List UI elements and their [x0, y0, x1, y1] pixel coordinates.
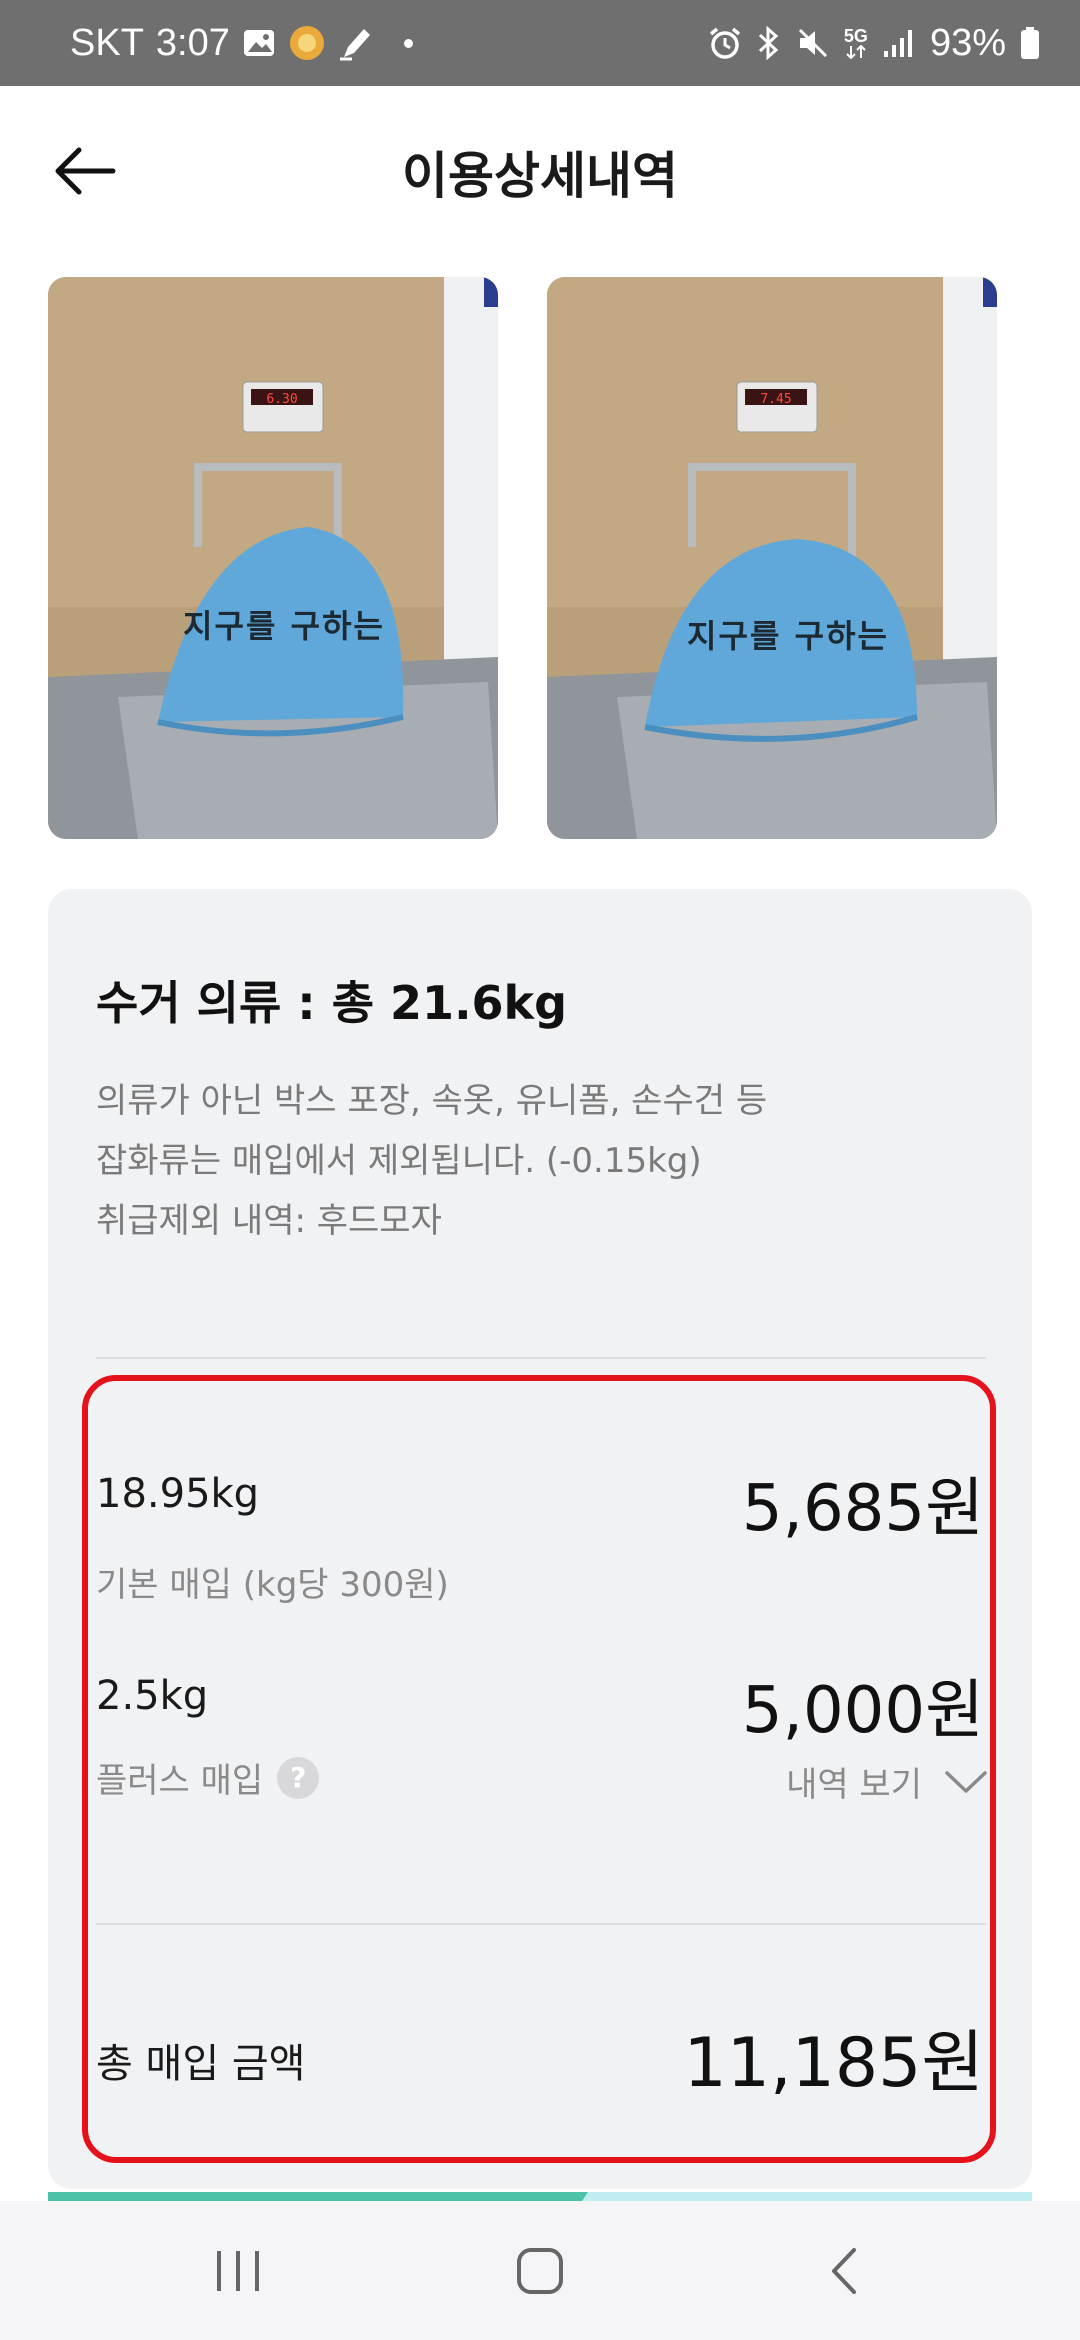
- weighing-photo-2[interactable]: 7.45 지구를 구하는: [547, 277, 997, 839]
- weighing-photo-1[interactable]: 6.30 지구를 구하는: [48, 277, 498, 839]
- network-5g-label: 5G: [843, 26, 868, 46]
- back-icon: [832, 2247, 856, 2294]
- battery-icon: [1020, 26, 1040, 60]
- scale-reading-2: 7.45: [760, 392, 791, 407]
- highlight-frame: [82, 1375, 996, 2163]
- more-notifications-dot: [403, 38, 413, 48]
- exclusion-notice: 의류가 아닌 박스 포장, 속옷, 유니폼, 손수건 등 잡화류는 매입에서 제…: [96, 1071, 767, 1251]
- status-bar: SKT 3:07 5G 93%: [0, 0, 1080, 86]
- system-back-button[interactable]: [764, 2201, 924, 2340]
- pen-notification-icon: [338, 25, 372, 61]
- accent-strip: [48, 2189, 1032, 2201]
- page-title: 이용상세내역: [402, 147, 678, 205]
- notice-line-3: 취급제외 내역: 후드모자: [96, 1201, 442, 1241]
- battery-label: 93%: [929, 21, 1006, 64]
- status-left: SKT 3:07: [70, 0, 413, 86]
- gallery-notification-icon: [242, 26, 276, 60]
- system-nav-bar: [0, 2201, 1080, 2340]
- purchase-detail-card: 수거 의류 : 총 21.6kg 의류가 아닌 박스 포장, 속옷, 유니폼, …: [48, 889, 1032, 2189]
- notice-line-1: 의류가 아닌 박스 포장, 속옷, 유니폼, 손수건 등: [96, 1081, 768, 1121]
- app-notification-icon: [288, 24, 326, 62]
- mute-icon: [796, 26, 830, 60]
- network-5g-icon: 5G: [844, 27, 868, 59]
- divider: [96, 1357, 986, 1359]
- home-button[interactable]: [460, 2201, 620, 2340]
- bluetooth-icon: [756, 26, 782, 60]
- signal-icon: [882, 27, 916, 59]
- status-right: 5G 93%: [708, 0, 1040, 86]
- collected-clothes-title: 수거 의류 : 총 21.6kg: [96, 976, 568, 1030]
- notice-line-2: 잡화류는 매입에서 제외됩니다. (-0.15kg): [96, 1141, 702, 1181]
- recent-apps-icon: [217, 2250, 259, 2291]
- carrier-label: SKT: [70, 21, 144, 64]
- recent-apps-button[interactable]: [158, 2201, 318, 2340]
- home-icon: [517, 2247, 563, 2294]
- alarm-icon: [708, 26, 742, 60]
- header: 이용상세내역: [0, 86, 1080, 252]
- scale-reading-1: 6.30: [266, 392, 297, 407]
- time-label: 3:07: [155, 21, 230, 64]
